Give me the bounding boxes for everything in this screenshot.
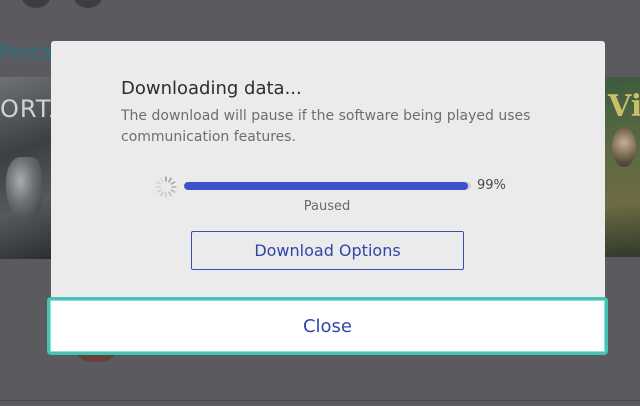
download-options-button[interactable]: Download Options <box>191 231 464 270</box>
background-divider <box>0 400 640 401</box>
user-avatar <box>74 0 102 8</box>
dialog-title: Downloading data... <box>121 78 302 99</box>
download-status: Paused <box>303 199 351 214</box>
background-tile-right-label: Vi <box>608 89 640 124</box>
download-dialog: Downloading data... The download will pa… <box>51 41 605 299</box>
loading-spinner-icon <box>155 176 177 198</box>
background-game-tile-right: Vi <box>604 77 640 257</box>
background-tile-left-art <box>6 157 42 217</box>
background-tile-right-art <box>612 127 636 167</box>
download-progress-fill <box>184 182 469 190</box>
download-progress-percent: 99% <box>477 178 506 193</box>
close-button[interactable]: Close <box>47 297 608 355</box>
background-game-title: Porta <box>0 40 52 64</box>
user-avatar <box>22 0 50 8</box>
download-progress-bar <box>184 182 471 190</box>
background-game-tile-left: ORTA <box>0 77 66 259</box>
dialog-message: The download will pause if the software … <box>121 108 531 145</box>
